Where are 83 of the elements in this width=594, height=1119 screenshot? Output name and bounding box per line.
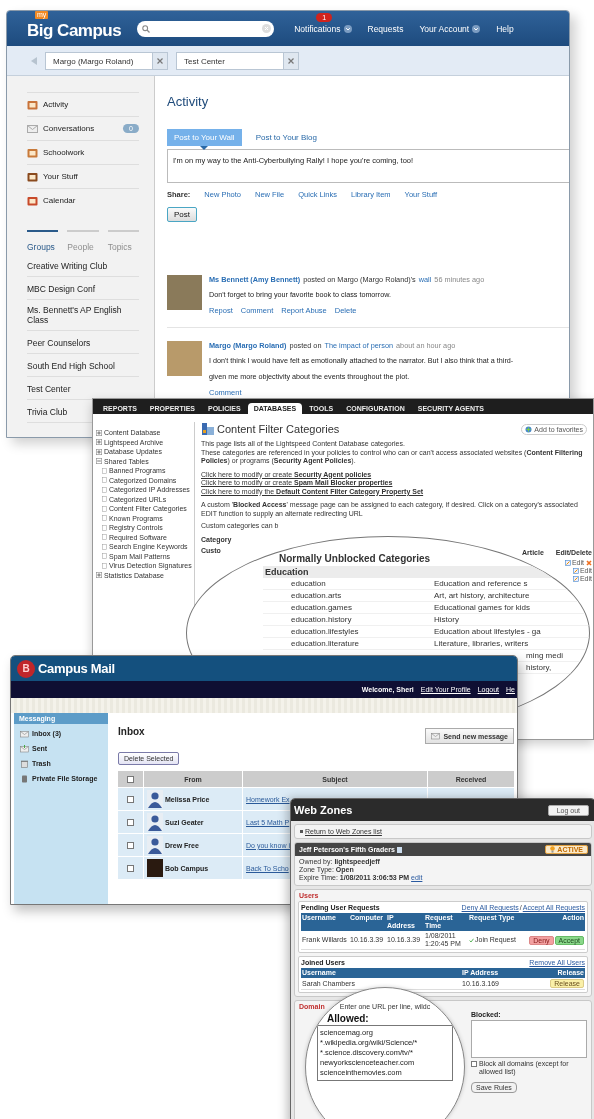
nav-link[interactable]: Requests bbox=[367, 23, 404, 34]
logo[interactable]: Big Campus bbox=[27, 20, 122, 41]
group-tab[interactable]: Groups bbox=[27, 230, 59, 254]
category-name: education.literature bbox=[291, 639, 360, 648]
category-description: History bbox=[434, 615, 459, 624]
sidebar-label: Calendar bbox=[43, 196, 76, 205]
checkbox[interactable] bbox=[127, 864, 134, 872]
expand-icon[interactable] bbox=[96, 429, 102, 436]
expand-icon[interactable] bbox=[96, 448, 102, 455]
database-icon bbox=[201, 422, 215, 436]
blocked-input[interactable] bbox=[471, 1020, 587, 1058]
document-icon[interactable] bbox=[396, 846, 402, 853]
checkbox[interactable] bbox=[127, 818, 134, 826]
open-tab[interactable]: Test Center bbox=[176, 51, 299, 70]
delete-icon[interactable] bbox=[586, 559, 592, 566]
category-name: education.games bbox=[291, 603, 352, 612]
tray-icon bbox=[20, 744, 29, 753]
envelope-icon bbox=[20, 729, 29, 738]
expand-icon[interactable] bbox=[96, 439, 102, 446]
seal-logo: B bbox=[17, 659, 35, 678]
window-title: Web Zones bbox=[294, 804, 353, 816]
group-tab-label[interactable]: Groups bbox=[27, 242, 55, 252]
checkbox[interactable] bbox=[471, 1061, 477, 1067]
collapse-icon[interactable] bbox=[96, 458, 102, 465]
group-link[interactable]: Peer Counselors bbox=[27, 338, 91, 348]
table-title: Normally Unblocked Categories bbox=[279, 553, 431, 564]
bullet-icon bbox=[300, 830, 303, 833]
category-description: Literature, libraries, writers bbox=[434, 639, 529, 648]
category-name: education.arts bbox=[291, 591, 342, 600]
dropdown-icon bbox=[343, 24, 352, 33]
tab-label[interactable]: Margo (Margo Roland) bbox=[46, 52, 152, 69]
nav-link[interactable]: Your Account bbox=[419, 23, 481, 34]
checkbox[interactable] bbox=[127, 775, 134, 783]
category-description: Education about lifestyles - ga bbox=[434, 627, 541, 636]
sidebar-item[interactable]: Schoolwork bbox=[27, 140, 139, 164]
post-button[interactable]: Post bbox=[167, 207, 197, 222]
category-description: Educational games for kids bbox=[434, 603, 531, 612]
sidebar-label: Activity bbox=[43, 100, 69, 109]
category-name: education.lifestyles bbox=[291, 627, 359, 636]
field-label: Allowed: bbox=[327, 1013, 369, 1024]
close-icon[interactable] bbox=[283, 52, 298, 69]
category-description: Education and reference s bbox=[434, 579, 528, 588]
trash-icon bbox=[20, 759, 29, 768]
bulb-icon bbox=[550, 846, 556, 853]
check-icon bbox=[469, 937, 474, 943]
group-link[interactable]: Test Center bbox=[27, 384, 71, 394]
post-tab[interactable]: Post to Your Blog bbox=[248, 129, 324, 146]
group-link[interactable]: Ms. Bennett's AP English Class bbox=[27, 305, 139, 325]
checkbox[interactable] bbox=[127, 795, 134, 803]
envelope-icon bbox=[27, 123, 38, 134]
group-link[interactable]: South End High School bbox=[27, 361, 115, 371]
category-name: education bbox=[291, 579, 326, 588]
search-field[interactable] bbox=[137, 20, 275, 37]
category-description: ming medi bbox=[526, 651, 563, 660]
nav-link[interactable]: Help bbox=[496, 23, 514, 34]
logo: Campus Mail bbox=[38, 661, 115, 676]
photo-placeholder bbox=[147, 859, 163, 877]
page-title: Content Filter Categories bbox=[217, 423, 340, 435]
group-link[interactable]: Creative Writing Club bbox=[27, 261, 108, 271]
search-icon bbox=[142, 24, 151, 33]
dropdown-icon bbox=[472, 24, 481, 33]
sidebar-label: Conversations bbox=[43, 124, 95, 133]
plus-icon bbox=[525, 425, 533, 433]
tab-label[interactable]: Test Center bbox=[177, 52, 283, 69]
sidebar-item[interactable]: Your Stuff bbox=[27, 164, 139, 188]
photo-placeholder bbox=[167, 341, 202, 376]
group-link[interactable]: Trivia Club bbox=[27, 407, 68, 417]
category-description: history, bbox=[526, 663, 552, 672]
sidebar-label: Your Stuff bbox=[43, 172, 78, 181]
page-title: Inbox bbox=[118, 726, 145, 737]
sidebar-label: Schoolwork bbox=[43, 148, 85, 157]
category-description: Art, art history, architecture bbox=[434, 591, 530, 600]
group-link[interactable]: MBC Design Conf bbox=[27, 284, 96, 294]
close-icon[interactable] bbox=[152, 52, 167, 69]
sidebar-item[interactable]: Calendar bbox=[27, 188, 139, 212]
envelope-icon bbox=[431, 732, 441, 740]
photo-placeholder bbox=[167, 275, 202, 310]
checkbox[interactable] bbox=[127, 841, 134, 849]
category-name: education.history bbox=[291, 615, 352, 624]
page-title: Activity bbox=[167, 94, 210, 109]
open-tab[interactable]: Margo (Margo Roland) bbox=[45, 51, 168, 70]
sidebar-item[interactable]: Activity bbox=[27, 92, 139, 116]
expand-icon[interactable] bbox=[96, 572, 102, 579]
